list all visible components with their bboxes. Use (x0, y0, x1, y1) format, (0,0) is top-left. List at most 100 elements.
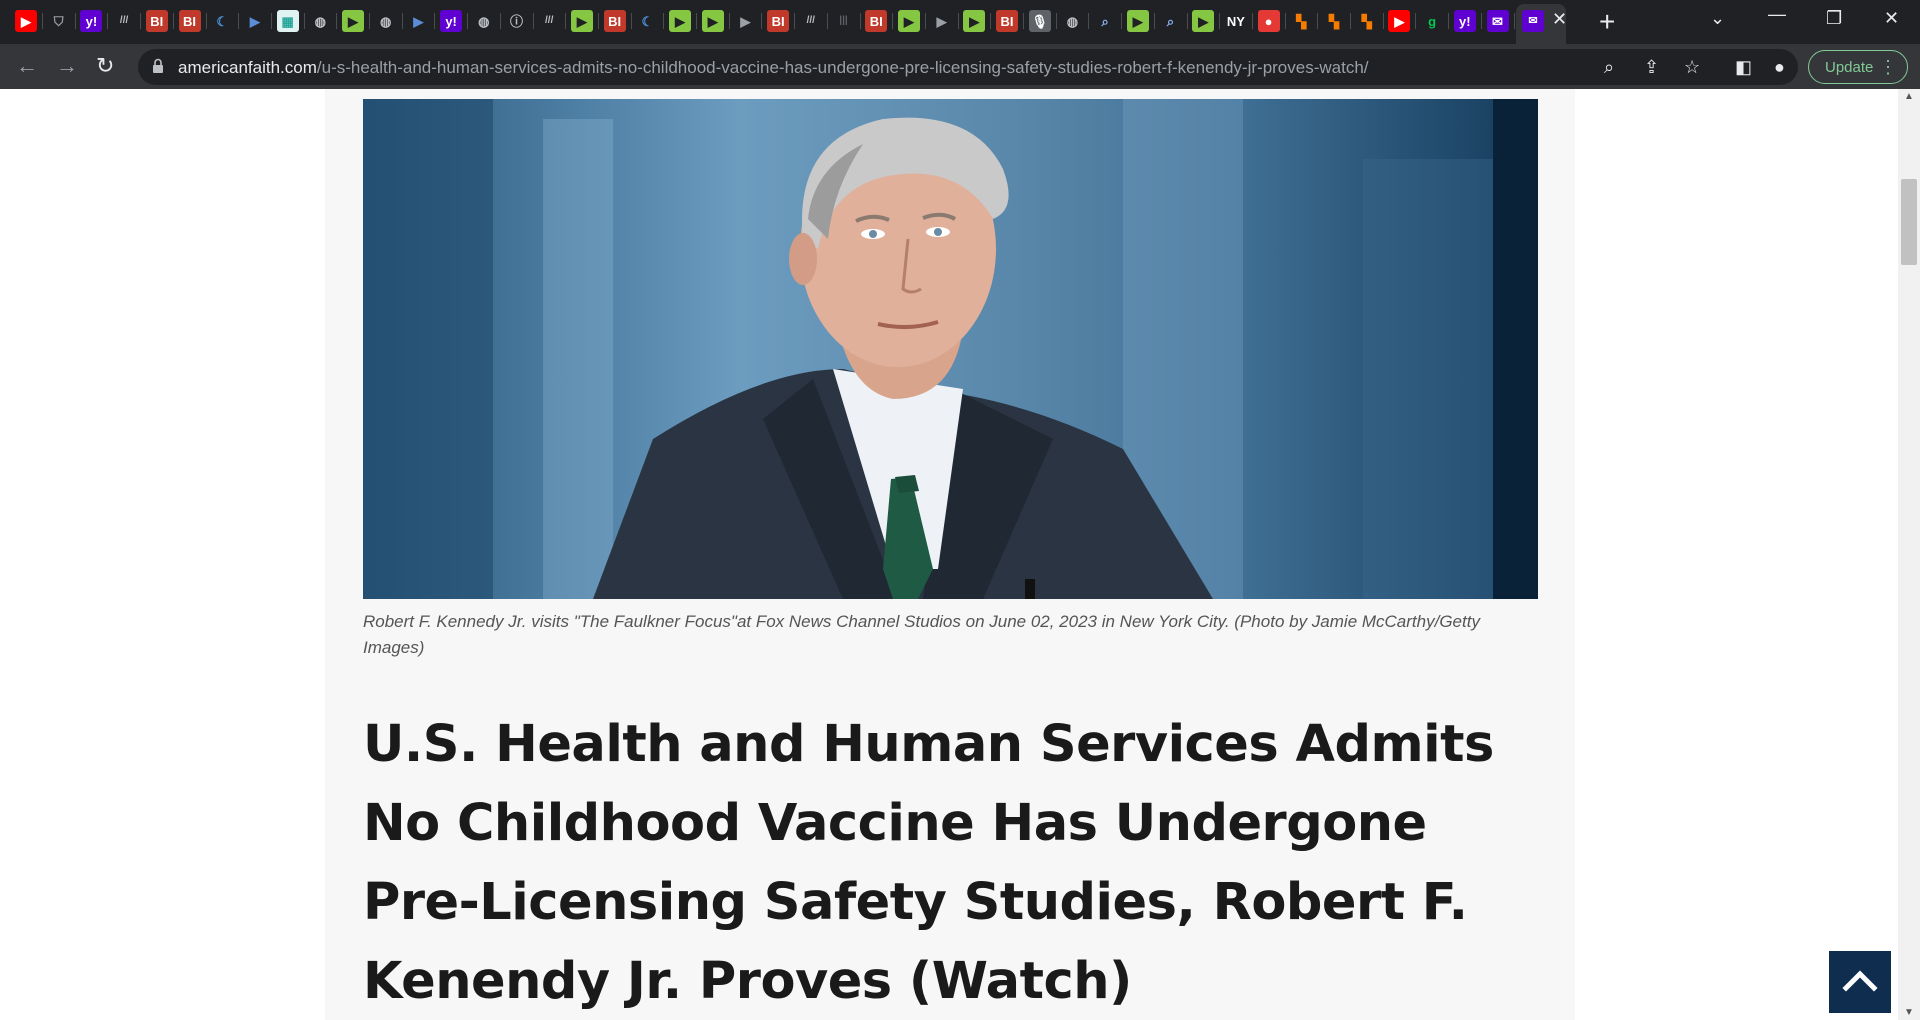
business-insider-icon[interactable]: BI (996, 10, 1018, 32)
lock-icon[interactable] (152, 58, 164, 74)
scroll-up-arrow-icon[interactable]: ▲ (1904, 91, 1914, 102)
tab-separator (1088, 13, 1090, 29)
close-tab-icon[interactable]: ✕ (1552, 9, 1567, 30)
tab-separator (401, 13, 403, 29)
scroll-down-arrow-icon[interactable]: ▼ (1904, 1007, 1914, 1018)
tab-separator (1055, 13, 1057, 29)
tab-strip: ▶ ⛉ y! /// BI BI ☾ ▶ ▦ ◍ ▶ ◍ ▶ y! ◍ ⓘ /// ▶ BI ☾ ▶ ▶ ▶ BI /// |||… (0, 0, 1920, 44)
podcast-icon[interactable]: ● (1257, 10, 1280, 32)
tab-separator (663, 13, 665, 29)
yahoo-icon[interactable]: y! (80, 10, 103, 32)
tab-separator (1153, 13, 1155, 29)
barcode-icon[interactable]: ||| (833, 10, 855, 32)
microphone-icon[interactable]: 🎙 (1028, 10, 1051, 32)
business-insider-icon[interactable]: BI (865, 10, 888, 32)
side-panel-icon[interactable]: ◧ (1735, 57, 1752, 78)
shield-blue-icon[interactable]: ☾ (211, 10, 233, 32)
profile-icon[interactable]: ● (1774, 57, 1785, 78)
tab-separator (238, 13, 240, 29)
bookmark-icon[interactable]: ▚ (1323, 10, 1345, 32)
globe-icon[interactable]: ◍ (1061, 10, 1083, 32)
rumble-icon[interactable]: ▶ (1192, 10, 1215, 32)
tab-separator (1186, 13, 1188, 29)
tab-separator (270, 13, 272, 29)
bookmark-icon[interactable]: ▚ (1356, 10, 1378, 32)
tab-search-icon[interactable]: ⌄ (1710, 8, 1725, 29)
map-icon[interactable]: ▦ (276, 10, 299, 32)
business-insider-icon[interactable]: BI (145, 10, 168, 32)
web-page: Robert F. Kennedy Jr. visits "The Faulkn… (0, 89, 1920, 1020)
rumble-icon[interactable]: ▶ (1126, 10, 1149, 32)
page-scrollbar[interactable]: ▲ ▼ (1898, 89, 1920, 1020)
slashes-icon[interactable]: /// (538, 10, 560, 32)
tab-separator (1023, 13, 1024, 29)
tab-separator (859, 13, 861, 29)
minimize-icon[interactable]: — (1768, 4, 1786, 25)
rumble-icon[interactable]: ▶ (897, 10, 920, 32)
image-caption: Robert F. Kennedy Jr. visits "The Faulkn… (363, 612, 1480, 657)
tab-separator (892, 13, 894, 29)
close-window-icon[interactable]: ✕ (1884, 8, 1899, 29)
tab-separator (761, 13, 763, 29)
youtube-icon[interactable]: ▶ (1388, 10, 1411, 32)
bookmark-star-icon[interactable]: ☆ (1684, 57, 1700, 78)
info-icon[interactable]: ⓘ (506, 10, 528, 32)
url-text[interactable]: americanfaith.com/u-s-health-and-human-s… (178, 58, 1369, 78)
share-icon[interactable]: ⇪ (1644, 57, 1659, 78)
tab-separator (1513, 13, 1515, 29)
rumble-icon[interactable]: ▶ (963, 10, 986, 32)
address-bar[interactable]: americanfaith.com/u-s-health-and-human-s… (138, 49, 1798, 85)
bookmark-icon[interactable]: ▚ (1290, 10, 1312, 32)
restore-icon[interactable]: ❐ (1826, 8, 1842, 29)
tab-separator (303, 13, 305, 29)
flag-icon[interactable]: ▶ (244, 10, 266, 32)
search-icon[interactable]: ⌕ (1094, 10, 1116, 32)
tab-separator (499, 13, 501, 29)
tab-separator (565, 13, 567, 29)
tab-separator (369, 13, 370, 29)
yahoo-icon[interactable]: y! (440, 10, 463, 32)
rumble-icon[interactable]: ▶ (669, 10, 691, 32)
tab-separator (696, 13, 697, 29)
globe-icon[interactable]: ◍ (309, 10, 331, 32)
search-icon[interactable]: ⌕ (1160, 10, 1182, 32)
rumble-icon[interactable]: ▶ (701, 10, 724, 32)
url-path: /u-s-health-and-human-services-admits-no… (316, 58, 1369, 77)
news-icon[interactable]: NY (1224, 10, 1247, 32)
shield-icon[interactable]: ⛉ (48, 10, 70, 32)
rumble-icon[interactable]: ▶ (342, 10, 364, 32)
reload-icon[interactable]: ↻ (96, 53, 114, 79)
business-insider-icon[interactable]: BI (603, 10, 626, 32)
tab-separator (630, 13, 632, 29)
slashes-icon[interactable]: /// (113, 10, 135, 32)
article-container: Robert F. Kennedy Jr. visits "The Faulkn… (325, 89, 1575, 1020)
back-to-top-button[interactable] (1829, 951, 1891, 1013)
slashes-icon[interactable]: /// (800, 10, 822, 32)
new-tab-button[interactable]: + (1599, 6, 1615, 38)
tab-separator (1448, 13, 1450, 29)
g-icon[interactable]: g (1421, 10, 1443, 32)
browser-toolbar: ← → ↻ americanfaith.com/u-s-health-and-h… (0, 44, 1920, 89)
portrait-illustration (363, 99, 1538, 599)
tab-separator (597, 13, 599, 29)
flag-icon[interactable]: ▶ (734, 10, 756, 32)
chevron-up-icon (1842, 970, 1878, 992)
scrollbar-thumb[interactable] (1901, 179, 1917, 265)
forward-icon[interactable]: → (56, 53, 78, 79)
globe-icon[interactable]: ◍ (375, 10, 397, 32)
menu-dots-icon[interactable]: ⋮ (1879, 57, 1897, 78)
yahoo-mail-icon[interactable]: ✉ (1486, 10, 1509, 32)
shield-blue-icon[interactable]: ☾ (636, 10, 658, 32)
globe-icon[interactable]: ◍ (473, 10, 495, 32)
yahoo-icon[interactable]: y! (1453, 10, 1476, 32)
update-button[interactable]: Update ⋮ (1808, 50, 1908, 84)
business-insider-icon[interactable]: BI (178, 10, 201, 32)
flag-icon[interactable]: ▶ (931, 10, 953, 32)
back-icon[interactable]: ← (16, 53, 38, 79)
youtube-icon[interactable]: ▶ (15, 10, 37, 32)
rumble-icon[interactable]: ▶ (570, 10, 593, 32)
flag-icon[interactable]: ▶ (407, 10, 429, 32)
zoom-icon[interactable]: ⌕ (1604, 57, 1614, 78)
tab-separator (1317, 13, 1319, 29)
business-insider-icon[interactable]: BI (767, 10, 790, 32)
